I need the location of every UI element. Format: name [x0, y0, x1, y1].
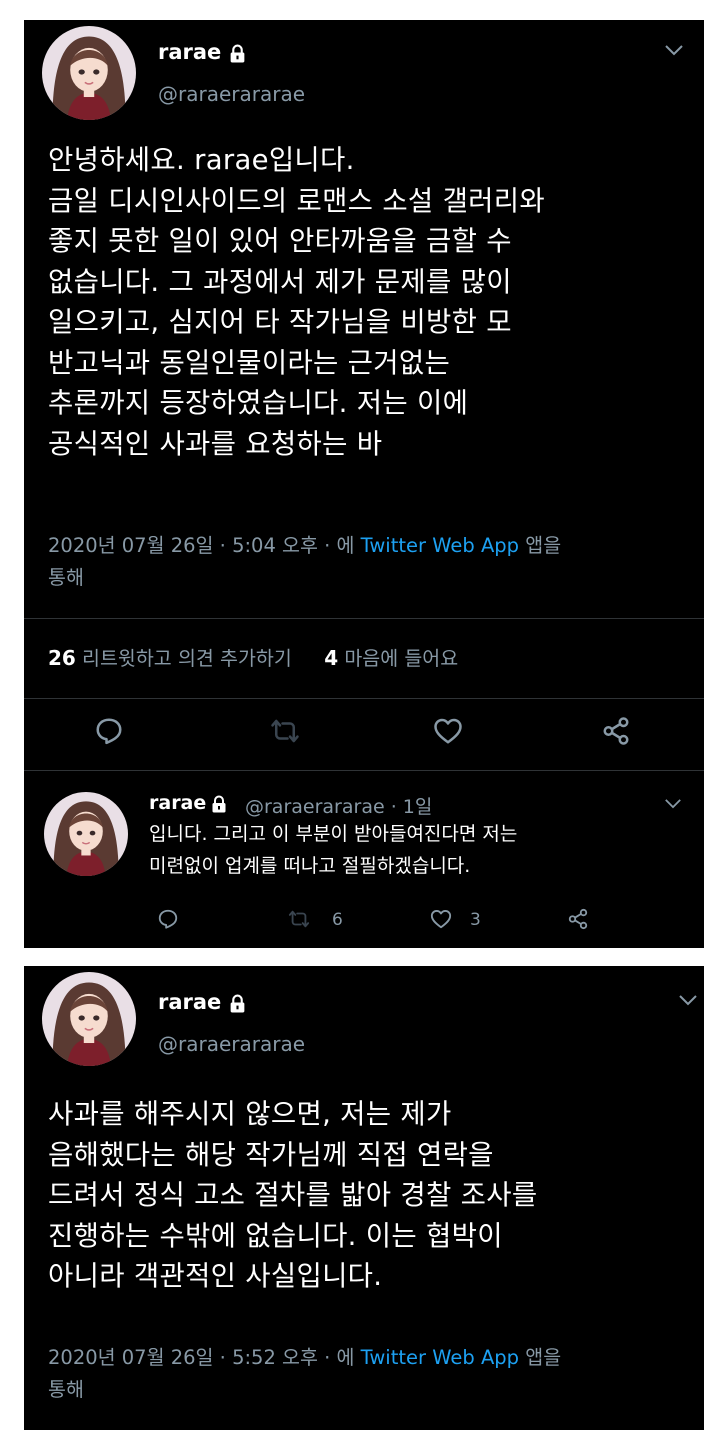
tweet-timestamp: 2020년 07월 26일 · 5:04 오후 · 에 Twitter Web … [48, 530, 688, 594]
avatar[interactable] [42, 972, 136, 1066]
source-suffix: 앱을 [525, 534, 562, 557]
lock-icon [211, 795, 227, 813]
retweet-icon[interactable] [288, 908, 310, 930]
retweet-icon[interactable] [270, 716, 300, 746]
tweet-panel-2: rarae @raraerararae 사과를 해주시지 않으면, 저는 제가 … [24, 966, 704, 1430]
engagement-stats: 26 리트윗하고 의견 추가하기 4 마음에 들어요 [48, 642, 458, 671]
share-icon[interactable] [567, 908, 589, 930]
retweets-label[interactable]: 리트윗하고 의견 추가하기 [82, 647, 292, 670]
source-suffix-2: 통해 [48, 566, 84, 589]
reply-author-name[interactable]: rarae [149, 792, 227, 814]
timestamp-text: 2020년 07월 26일 · 5:52 오후 · 에 [48, 1346, 355, 1369]
tweet-text: 안녕하세요. rarae입니다. 금일 디시인사이드의 로맨스 소설 갤러리와 … [48, 144, 545, 460]
divider [24, 698, 704, 699]
author-name[interactable]: rarae [158, 990, 246, 1014]
divider [24, 770, 704, 771]
share-icon[interactable] [601, 716, 631, 746]
chevron-down-icon[interactable] [678, 994, 698, 1006]
author-handle[interactable]: @raraerararae [158, 82, 305, 106]
author-name-label: rarae [158, 990, 222, 1014]
reply-author-label: rarae [149, 792, 207, 814]
reply-avatar[interactable] [44, 792, 128, 876]
reply-icon[interactable] [94, 716, 124, 746]
lock-icon [229, 994, 246, 1013]
source-link[interactable]: Twitter Web App [361, 534, 519, 557]
source-link[interactable]: Twitter Web App [361, 1346, 519, 1369]
reply-like-count: 3 [470, 910, 481, 930]
retweets-count[interactable]: 26 [48, 646, 76, 670]
reply-text: 입니다. 그리고 이 부분이 받아들여진다면 저는 미련없이 업계를 떠나고 절… [149, 823, 518, 877]
reply-icon[interactable] [157, 908, 179, 930]
likes-count[interactable]: 4 [324, 646, 338, 670]
source-suffix: 앱을 [525, 1346, 562, 1369]
avatar[interactable] [42, 26, 136, 120]
author-name-label: rarae [158, 40, 222, 64]
lock-icon [229, 44, 246, 63]
timestamp-text: 2020년 07월 26일 · 5:04 오후 · 에 [48, 534, 355, 557]
heart-icon[interactable] [433, 716, 463, 746]
tweet-text: 사과를 해주시지 않으면, 저는 제가 음해했다는 해당 작가님께 직접 연락을… [48, 1098, 538, 1292]
heart-icon[interactable] [430, 908, 452, 930]
author-name[interactable]: rarae [158, 40, 246, 64]
reply-handle-time[interactable]: @raraerararae · 1일 [245, 792, 432, 819]
tweet-timestamp: 2020년 07월 26일 · 5:52 오후 · 에 Twitter Web … [48, 1342, 688, 1406]
divider [24, 618, 704, 619]
reply-retweet-count: 6 [332, 910, 343, 930]
likes-label[interactable]: 마음에 들어요 [344, 647, 458, 670]
chevron-down-icon[interactable] [664, 798, 682, 809]
author-handle[interactable]: @raraerararae [158, 1032, 305, 1056]
chevron-down-icon[interactable] [664, 44, 684, 56]
tweet-panel-1: rarae @raraerararae 안녕하세요. rarae입니다. 금일 … [24, 20, 704, 948]
source-suffix-2: 통해 [48, 1378, 84, 1401]
